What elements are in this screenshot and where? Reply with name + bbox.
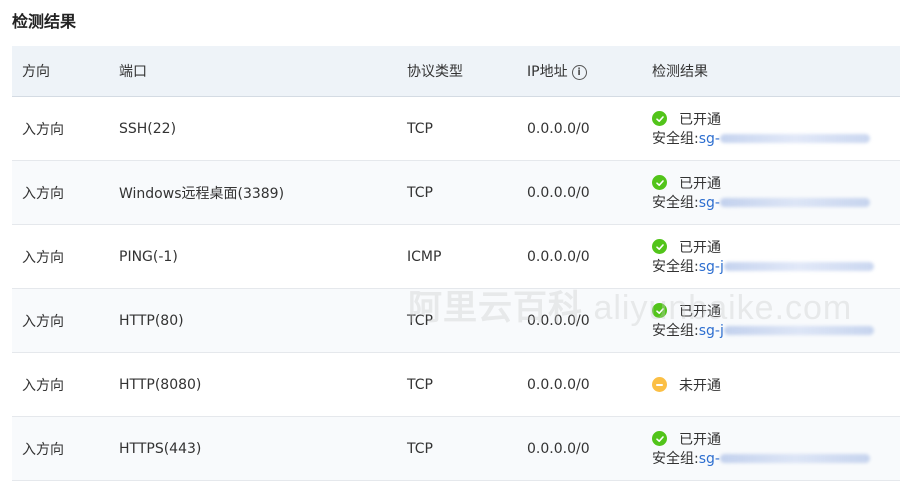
minus-circle-icon: [652, 377, 667, 392]
check-circle-icon: [652, 175, 667, 190]
cell-protocol: TCP: [407, 120, 433, 137]
cell-result: 已开通 安全组:sg-j: [652, 301, 874, 341]
security-group-line: 安全组:sg-j: [652, 321, 874, 341]
detection-table: 方向 端口 协议类型 IP地址 i 检测结果 入方向 SSH(22) TCP 0.0.0…: [12, 46, 900, 481]
cell-protocol: TCP: [407, 376, 433, 393]
security-group-link[interactable]: sg-j: [699, 323, 874, 339]
header-result: 检测结果: [652, 64, 708, 80]
redacted-id: [723, 262, 874, 271]
header-ip-label: IP地址: [527, 64, 568, 80]
cell-ip: 0.0.0.0/0: [527, 120, 590, 137]
table-row: 入方向 SSH(22) TCP 0.0.0.0/0 已开通 安全组:sg-: [12, 97, 900, 161]
redacted-id: [719, 454, 870, 463]
status-text: 已开通: [679, 175, 721, 192]
cell-port: SSH(22): [119, 120, 177, 137]
security-group-label: 安全组:: [652, 194, 699, 211]
redacted-id: [723, 326, 874, 335]
cell-port: Windows远程桌面(3389): [119, 185, 285, 202]
redacted-id: [719, 198, 870, 207]
cell-protocol: TCP: [407, 440, 433, 457]
status-line: 已开通: [652, 173, 870, 193]
check-circle-icon: [652, 431, 667, 446]
cell-port: HTTP(8080): [119, 376, 202, 393]
security-group-link[interactable]: sg-: [699, 451, 870, 467]
cell-result: 已开通 安全组:sg-: [652, 429, 870, 469]
table-row: 入方向 HTTP(80) TCP 0.0.0.0/0 已开通 安全组:sg-j: [12, 289, 900, 353]
cell-result: 未开通: [652, 375, 721, 395]
security-group-label: 安全组:: [652, 450, 699, 467]
info-icon[interactable]: i: [571, 64, 587, 80]
cell-result: 已开通 安全组:sg-: [652, 173, 870, 213]
security-group-id: sg-: [698, 450, 720, 467]
cell-protocol: TCP: [407, 184, 433, 201]
security-group-id: sg-j: [698, 322, 724, 339]
table-row: 入方向 PING(-1) ICMP 0.0.0.0/0 已开通 安全组:sg-j: [12, 225, 900, 289]
security-group-id: sg-: [698, 130, 720, 147]
security-group-line: 安全组:sg-: [652, 129, 870, 149]
cell-ip: 0.0.0.0/0: [527, 440, 590, 457]
cell-port: PING(-1): [119, 248, 178, 265]
cell-result: 已开通 安全组:sg-: [652, 109, 870, 149]
security-group-id: sg-: [698, 194, 720, 211]
security-group-label: 安全组:: [652, 258, 699, 275]
status-line: 已开通: [652, 109, 870, 129]
table-row: 入方向 HTTP(8080) TCP 0.0.0.0/0 未开通: [12, 353, 900, 417]
check-circle-icon: [652, 111, 667, 126]
cell-ip: 0.0.0.0/0: [527, 312, 590, 329]
security-group-label: 安全组:: [652, 322, 699, 339]
status-line: 已开通: [652, 301, 874, 321]
status-text: 已开通: [679, 303, 721, 320]
cell-direction: 入方向: [22, 377, 64, 394]
header-port: 端口: [119, 64, 147, 80]
header-direction: 方向: [22, 64, 50, 80]
redacted-id: [719, 134, 870, 143]
cell-direction: 入方向: [22, 185, 64, 202]
security-group-link[interactable]: sg-j: [699, 259, 874, 275]
status-text: 已开通: [679, 111, 721, 128]
cell-protocol: ICMP: [407, 248, 442, 265]
header-protocol: 协议类型: [407, 64, 463, 80]
table-row: 入方向 HTTPS(443) TCP 0.0.0.0/0 已开通 安全组:sg-: [12, 417, 900, 481]
status-text: 已开通: [679, 239, 721, 256]
security-group-label: 安全组:: [652, 130, 699, 147]
cell-direction: 入方向: [22, 249, 64, 266]
cell-ip: 0.0.0.0/0: [527, 376, 590, 393]
check-circle-icon: [652, 239, 667, 254]
header-ip: IP地址 i: [527, 61, 587, 81]
cell-protocol: TCP: [407, 312, 433, 329]
status-text: 未开通: [679, 377, 721, 394]
status-text: 已开通: [679, 431, 721, 448]
cell-port: HTTP(80): [119, 312, 184, 329]
security-group-line: 安全组:sg-: [652, 449, 870, 469]
cell-direction: 入方向: [22, 121, 64, 138]
security-group-id: sg-j: [698, 258, 724, 275]
status-line: 已开通: [652, 429, 870, 449]
security-group-link[interactable]: sg-: [699, 131, 870, 147]
security-group-line: 安全组:sg-j: [652, 257, 874, 277]
status-line: 未开通: [652, 375, 721, 395]
cell-direction: 入方向: [22, 313, 64, 330]
table-header: 方向 端口 协议类型 IP地址 i 检测结果: [12, 46, 900, 97]
cell-result: 已开通 安全组:sg-j: [652, 237, 874, 277]
security-group-line: 安全组:sg-: [652, 193, 870, 213]
cell-direction: 入方向: [22, 441, 64, 458]
status-line: 已开通: [652, 237, 874, 257]
cell-ip: 0.0.0.0/0: [527, 184, 590, 201]
cell-ip: 0.0.0.0/0: [527, 248, 590, 265]
section-title: 检测结果: [12, 12, 77, 31]
check-circle-icon: [652, 303, 667, 318]
table-row: 入方向 Windows远程桌面(3389) TCP 0.0.0.0/0 已开通 安全组:s…: [12, 161, 900, 225]
security-group-link[interactable]: sg-: [699, 195, 870, 211]
cell-port: HTTPS(443): [119, 440, 202, 457]
